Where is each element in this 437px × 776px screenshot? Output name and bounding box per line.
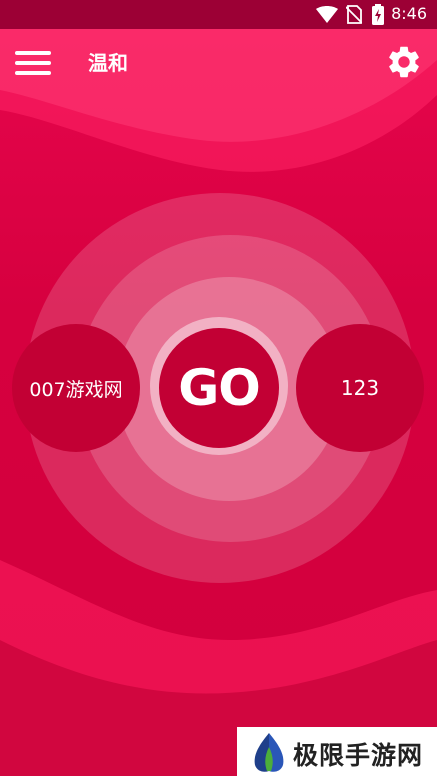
app-bar: 温和 <box>0 29 437 95</box>
wifi-icon <box>316 6 338 23</box>
watermark: 极限手游网 <box>237 727 437 776</box>
status-time: 8:46 <box>391 4 427 23</box>
left-option-button[interactable]: 007游戏网 <box>12 324 140 452</box>
battery-charging-icon <box>372 4 384 25</box>
gear-icon[interactable] <box>385 43 423 81</box>
no-sim-icon <box>346 5 362 24</box>
app-screen: 8:46 温和 007游戏网 GO 123 极限手游网 <box>0 0 437 776</box>
go-button[interactable]: GO <box>159 328 279 448</box>
status-bar: 8:46 <box>0 0 437 29</box>
page-title: 温和 <box>88 51 128 75</box>
right-option-button[interactable]: 123 <box>296 324 424 452</box>
leaf-logo-icon <box>254 733 284 772</box>
watermark-text: 极限手游网 <box>293 741 424 770</box>
hamburger-menu-icon[interactable] <box>15 49 51 77</box>
